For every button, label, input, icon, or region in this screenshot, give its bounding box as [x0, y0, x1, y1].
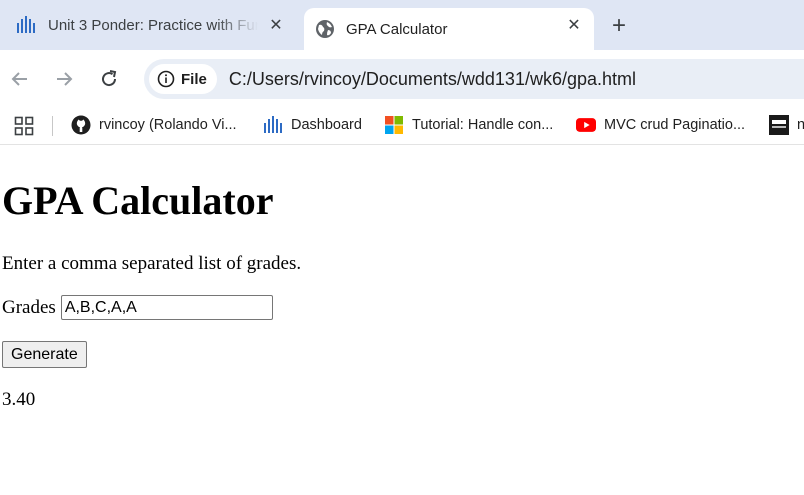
page-content: GPA Calculator Enter a comma separated l…	[0, 145, 804, 495]
new-tab-button[interactable]: +	[606, 12, 632, 39]
bookmarks-divider	[52, 116, 53, 136]
bookmark-dashboard[interactable]: Dashboard	[263, 113, 362, 137]
bookmark-label: rvincoy (Rolando Vi...	[99, 117, 237, 133]
bookmark-label: Tutorial: Handle con...	[412, 117, 554, 133]
site-info-chip[interactable]: File	[149, 64, 217, 94]
instructions-text: Enter a comma separated list of grades.	[2, 253, 302, 274]
globe-icon	[314, 18, 336, 40]
apps-grid-icon[interactable]	[14, 116, 34, 136]
arrow-right-icon	[57, 72, 73, 86]
reload-icon	[102, 70, 117, 87]
gpa-result: 3.40	[2, 389, 36, 410]
browser-toolbar: File C:/Users/rvincoy/Documents/wdd131/w…	[0, 50, 804, 107]
canvas-icon	[263, 115, 283, 135]
back-button[interactable]	[5, 64, 35, 94]
address-bar[interactable]: File C:/Users/rvincoy/Documents/wdd131/w…	[144, 59, 804, 99]
byu-idaho-icon	[769, 115, 789, 135]
microsoft-icon	[384, 115, 404, 135]
forward-button[interactable]	[49, 64, 79, 94]
tab-strip: Unit 3 Ponder: Practice with Functions ✕…	[0, 0, 804, 50]
youtube-icon	[576, 115, 596, 135]
info-icon	[157, 70, 175, 88]
tab-unit3-ponder[interactable]: Unit 3 Ponder: Practice with Functions ✕	[0, 0, 300, 50]
tab-title: GPA Calculator	[346, 20, 448, 38]
grades-label: Grades	[2, 296, 56, 318]
close-tab-icon[interactable]: ✕	[564, 15, 584, 35]
bookmark-github[interactable]: rvincoy (Rolando Vi...	[71, 113, 237, 137]
close-tab-icon[interactable]: ✕	[266, 15, 286, 35]
bookmark-label: MVC crud Paginatio...	[604, 117, 746, 133]
url-text[interactable]: C:/Users/rvincoy/Documents/wdd131/wk6/gp…	[229, 69, 636, 90]
bookmark-tutorial[interactable]: Tutorial: Handle con...	[384, 113, 553, 137]
grades-input[interactable]	[60, 295, 273, 320]
bookmark-byu-idaho[interactable]: n	[769, 113, 804, 137]
tab-title: Unit 3 Ponder: Practice with Functions	[48, 16, 258, 34]
arrow-left-icon	[11, 72, 27, 86]
reload-button[interactable]	[94, 64, 124, 94]
tab-gpa-calculator[interactable]: GPA Calculator ✕	[304, 8, 594, 50]
github-icon	[71, 115, 91, 135]
file-chip-label: File	[181, 70, 207, 88]
page-title: GPA Calculator	[2, 178, 274, 223]
grades-row: Grades	[2, 295, 273, 320]
generate-button[interactable]: Generate	[2, 341, 87, 368]
bookmark-label: n	[797, 117, 804, 133]
bookmark-label: Dashboard	[291, 117, 362, 133]
bookmarks-bar: rvincoy (Rolando Vi... Dashboard Tutoria…	[0, 107, 804, 145]
canvas-icon	[16, 14, 38, 36]
bookmark-mvc-crud[interactable]: MVC crud Paginatio...	[576, 113, 745, 137]
